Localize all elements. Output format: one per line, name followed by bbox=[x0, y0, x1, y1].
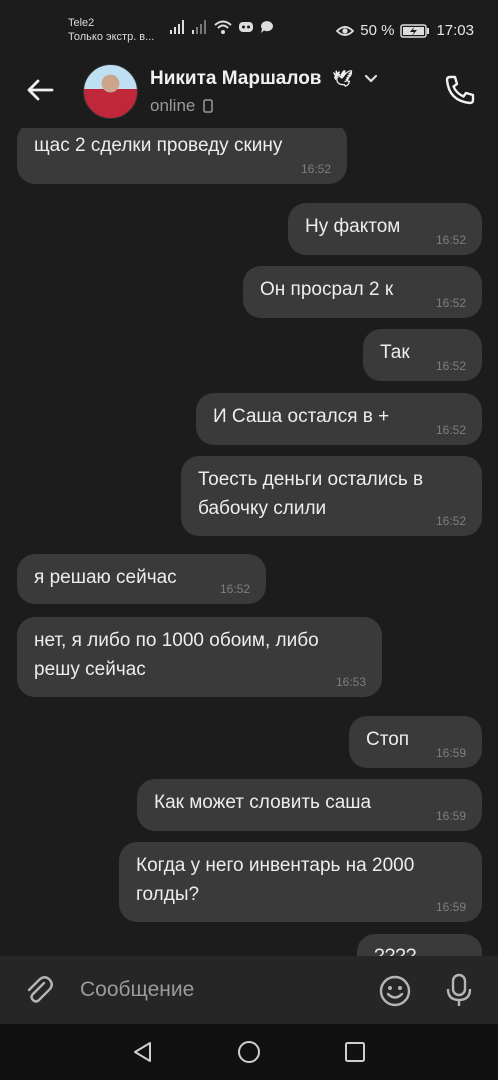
message-text: Тоесть деньги остались в бабочку слили bbox=[198, 469, 424, 519]
message-text: ???? bbox=[374, 942, 424, 956]
clock: 17:03 bbox=[436, 22, 474, 39]
message-text: нет, я либо по 1000 обоим, либо решу сей… bbox=[34, 630, 319, 680]
paperclip-icon[interactable] bbox=[22, 974, 56, 1008]
avatar[interactable] bbox=[83, 64, 138, 119]
message-text: Стоп bbox=[366, 729, 410, 750]
battery-percent: 50 % bbox=[360, 22, 395, 39]
message-bubble-incoming[interactable]: щас 2 сделки проведу скину 16:52 bbox=[17, 128, 347, 184]
message-time: 16:52 bbox=[435, 359, 466, 373]
message-bubble-outgoing[interactable]: Как может словить саша 16:59 bbox=[137, 779, 482, 831]
message-text: щас 2 сделки проведу скину bbox=[34, 135, 283, 156]
chat-screen: Tele2 Только экстр. в... 50 % 17:03 Ники… bbox=[0, 0, 498, 1080]
message-time: 16:52 bbox=[435, 296, 466, 310]
nav-back-icon[interactable] bbox=[131, 1040, 155, 1064]
message-bubble-outgoing[interactable]: И Саша остался в + 16:52 bbox=[196, 393, 482, 445]
message-text: Так bbox=[380, 342, 410, 363]
phone-device-icon bbox=[203, 99, 214, 113]
back-arrow-icon[interactable] bbox=[22, 72, 58, 108]
eye-icon bbox=[336, 25, 355, 36]
message-list[interactable]: щас 2 сделки проведу скину 16:52 Ну факт… bbox=[0, 128, 498, 956]
contact-name-row[interactable]: Никита Маршалов 🕊 bbox=[150, 68, 378, 90]
message-bubble-incoming[interactable]: нет, я либо по 1000 обоим, либо решу сей… bbox=[17, 617, 382, 697]
dove-emoji-icon: 🕊 bbox=[332, 71, 354, 88]
message-time: 16:52 bbox=[300, 162, 331, 176]
message-text: Ну фактом bbox=[305, 216, 401, 237]
discord-icon bbox=[239, 22, 253, 32]
status-icons bbox=[170, 20, 274, 34]
system-nav-bar bbox=[0, 1024, 498, 1080]
message-time: 16:52 bbox=[219, 582, 250, 596]
signal-icon-2 bbox=[192, 20, 206, 34]
chat-header: Никита Маршалов 🕊 online bbox=[0, 52, 498, 128]
message-text: Как может словить саша bbox=[154, 792, 372, 813]
microphone-icon[interactable] bbox=[444, 972, 474, 1008]
message-time: 16:52 bbox=[435, 514, 466, 528]
message-bubble-outgoing[interactable]: Тоесть деньги остались в бабочку слили 1… bbox=[181, 456, 482, 536]
message-time: 16:52 bbox=[435, 233, 466, 247]
chat-bubble-icon bbox=[260, 21, 273, 33]
presence-status: online bbox=[150, 96, 196, 115]
message-text: Он просрал 2 к bbox=[260, 279, 394, 300]
carrier-info: Tele2 Только экстр. в... bbox=[68, 16, 154, 44]
message-text: Когда у него инвентарь на 2000 голды? bbox=[136, 855, 415, 905]
nav-home-icon[interactable] bbox=[237, 1040, 261, 1064]
message-time: 16:53 bbox=[335, 675, 366, 689]
contact-name: Никита Маршалов bbox=[150, 68, 322, 89]
message-composer: Сообщение bbox=[0, 956, 498, 1024]
signal-icon bbox=[170, 20, 184, 34]
message-bubble-outgoing[interactable]: Когда у него инвентарь на 2000 голды? 16… bbox=[119, 842, 482, 922]
message-time: 16:52 bbox=[435, 423, 466, 437]
message-bubble-outgoing[interactable]: Так 16:52 bbox=[363, 329, 482, 381]
message-time: 16:59 bbox=[435, 900, 466, 914]
emoji-icon[interactable] bbox=[378, 974, 412, 1008]
status-bar: Tele2 Только экстр. в... 50 % 17:03 bbox=[0, 0, 498, 52]
message-time: 16:59 bbox=[435, 746, 466, 760]
message-input[interactable]: Сообщение bbox=[80, 978, 194, 1002]
wifi-icon bbox=[214, 20, 232, 34]
message-bubble-outgoing[interactable]: Ну фактом 16:52 bbox=[288, 203, 482, 255]
status-right: 50 % 17:03 bbox=[336, 22, 474, 39]
carrier-status: Только экстр. в... bbox=[68, 31, 155, 43]
chevron-down-icon[interactable] bbox=[364, 74, 378, 84]
message-bubble-outgoing[interactable]: Стоп 16:59 bbox=[349, 716, 482, 768]
message-time: 16:59 bbox=[435, 809, 466, 823]
message-bubble-incoming[interactable]: я решаю сейчас 16:52 bbox=[17, 554, 266, 604]
phone-call-icon[interactable] bbox=[442, 72, 478, 108]
carrier-name: Tele2 bbox=[68, 17, 95, 29]
battery-icon bbox=[400, 23, 430, 38]
message-bubble-outgoing[interactable]: Он просрал 2 к 16:52 bbox=[243, 266, 482, 318]
message-text: я решаю сейчас bbox=[34, 567, 177, 588]
message-text: И Саша остался в + bbox=[213, 406, 390, 427]
message-bubble-outgoing[interactable]: ???? bbox=[357, 934, 482, 956]
presence-row: online bbox=[150, 96, 214, 116]
nav-recents-icon[interactable] bbox=[343, 1040, 367, 1064]
